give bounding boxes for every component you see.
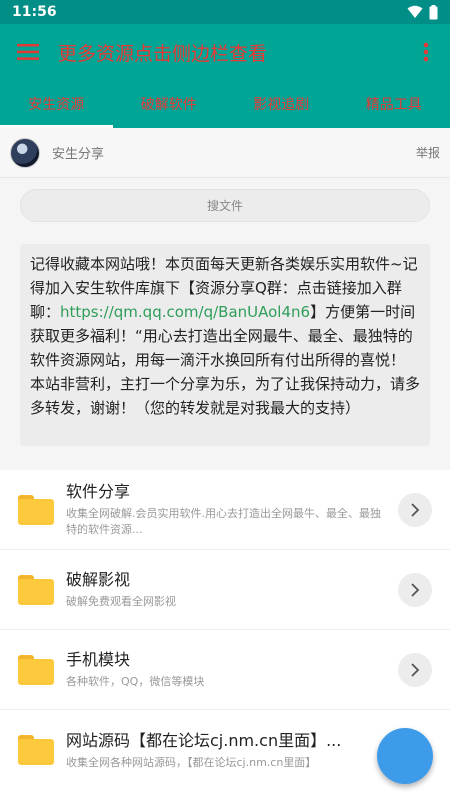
list-item-desc: 收集全网破解.会员实用软件.用心去打造出全网最牛、最全、最独特的软件资源... bbox=[66, 507, 381, 536]
search-input[interactable]: 搜文件 bbox=[20, 189, 430, 222]
folder-icon bbox=[18, 494, 54, 525]
list-item-desc: 破解免费观看全网影视 bbox=[66, 595, 176, 608]
folder-icon bbox=[18, 735, 54, 765]
tab-cracked-software[interactable]: 破解软件 bbox=[113, 80, 226, 128]
system-icons bbox=[407, 4, 438, 20]
search-container: 搜文件 bbox=[0, 178, 450, 222]
battery-icon bbox=[429, 4, 438, 19]
status-time: 11:56 bbox=[12, 4, 57, 20]
tab-bar: 安生资源 破解软件 影视追剧 精品工具 bbox=[0, 80, 450, 128]
list-item-title: 破解影视 bbox=[66, 570, 131, 589]
page-title: 更多资源点击侧边栏查看 bbox=[58, 42, 268, 65]
report-button[interactable]: 举报 bbox=[416, 144, 440, 161]
qq-group-link[interactable]: https://qm.qq.com/q/BanUAol4n6 bbox=[60, 303, 310, 321]
list-item-title: 手机模块 bbox=[66, 650, 131, 669]
more-vertical-icon[interactable] bbox=[414, 36, 438, 68]
avatar[interactable] bbox=[10, 137, 40, 168]
folder-icon bbox=[18, 654, 54, 685]
list-item[interactable]: 破解影视 破解免费观看全网影视 bbox=[0, 550, 450, 630]
status-bar: 11:56 bbox=[0, 0, 450, 24]
list-item[interactable]: 软件分享 收集全网破解.会员实用软件.用心去打造出全网最牛、最全、最独特的软件资… bbox=[0, 470, 450, 550]
list-item[interactable]: 手机模块 各种软件，QQ，微信等模块 bbox=[0, 630, 450, 710]
list-item-title: 网站源码【都在论坛cj.nm.cn里面】... bbox=[66, 730, 342, 750]
folder-icon bbox=[18, 574, 54, 605]
chevron-right-icon[interactable] bbox=[398, 492, 432, 527]
tab-label: 安生资源 bbox=[28, 97, 85, 113]
author-bar: 安生分享 举报 bbox=[0, 128, 450, 178]
tab-movies[interactable]: 影视追剧 bbox=[225, 80, 338, 128]
tab-label: 精品工具 bbox=[365, 97, 422, 113]
author-name[interactable]: 安生分享 bbox=[52, 143, 104, 162]
notice-text-3: 本站非营利，主打一个分享为乐，为了让我保持动力，请多多转发，谢谢！（您的转发就是… bbox=[30, 375, 421, 417]
tab-ansheng-resources[interactable]: 安生资源 bbox=[0, 80, 113, 128]
tab-label: 破解软件 bbox=[140, 97, 197, 113]
list-item-desc: 收集全网各种网站源码，【都在论坛cj.nm.cn里面】 bbox=[66, 755, 317, 769]
hamburger-icon[interactable] bbox=[12, 36, 44, 68]
wifi-icon bbox=[407, 5, 423, 18]
chevron-right-icon[interactable] bbox=[398, 652, 432, 687]
list-item-desc: 各种软件，QQ，微信等模块 bbox=[66, 675, 205, 688]
chevron-right-icon[interactable] bbox=[398, 572, 432, 607]
search-placeholder: 搜文件 bbox=[206, 199, 243, 213]
list-item-title: 软件分享 bbox=[66, 482, 131, 501]
tab-tools[interactable]: 精品工具 bbox=[338, 80, 450, 128]
notice-box: 记得收藏本网站哦！本页面每天更新各类娱乐实用软件~记得加入安生软件库旗下【资源分… bbox=[20, 244, 430, 446]
floating-action-button[interactable] bbox=[377, 728, 433, 784]
tab-label: 影视追剧 bbox=[253, 97, 310, 113]
app-bar: 更多资源点击侧边栏查看 bbox=[0, 24, 450, 80]
